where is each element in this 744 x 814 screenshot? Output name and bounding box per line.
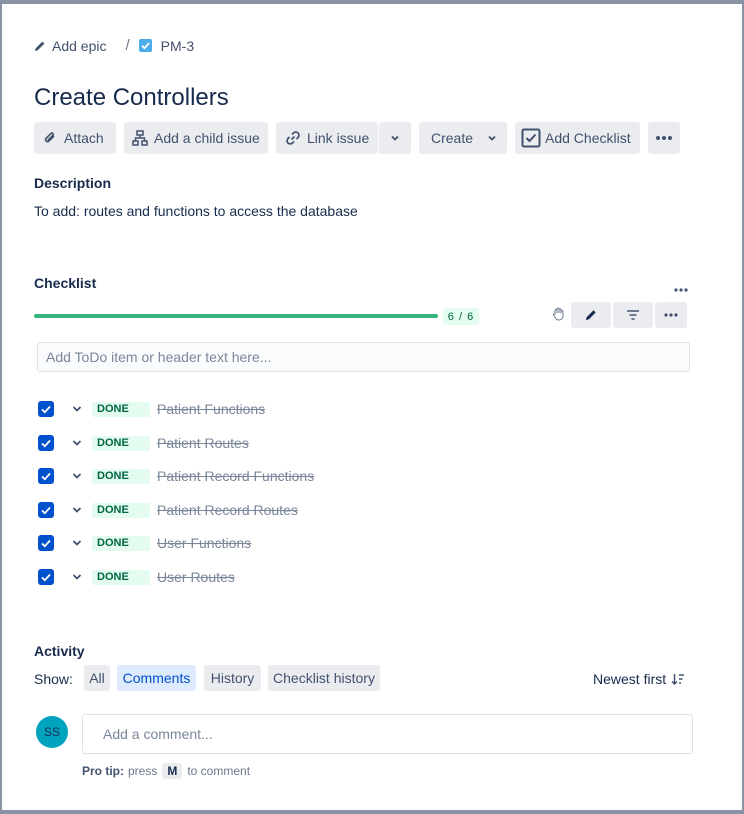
checklist-more-icon[interactable]	[674, 279, 688, 297]
filter-comments-button[interactable]: Comments	[117, 665, 196, 691]
checklist-item-text[interactable]: Patient Routes	[157, 435, 249, 451]
filter-icon	[626, 309, 640, 321]
paperclip-icon	[42, 130, 58, 146]
checklist-item[interactable]: DONE User Functions	[38, 532, 251, 554]
expand-chevron-icon[interactable]	[71, 439, 83, 447]
issue-panel: Add epic / PM-3 Create Controllers Attac…	[2, 4, 742, 810]
show-label: Show:	[34, 671, 73, 687]
filter-all-label: All	[89, 670, 105, 686]
expand-chevron-icon[interactable]	[71, 573, 83, 581]
create-label: Create	[431, 130, 474, 146]
pencil-icon	[584, 308, 598, 322]
sort-descending-icon	[671, 673, 685, 686]
filter-comments-label: Comments	[122, 670, 191, 686]
task-checkbox-icon	[138, 39, 152, 52]
attach-label: Attach	[64, 130, 104, 146]
link-icon	[284, 129, 302, 147]
checklist-progress-count: 6 / 6	[443, 308, 479, 325]
breadcrumb: Add epic / PM-3	[34, 37, 194, 54]
sort-order-button[interactable]: Newest first	[593, 671, 685, 687]
checklist-progress-bar	[34, 314, 438, 318]
checklist-item-text[interactable]: User Routes	[157, 569, 235, 585]
add-epic-label: Add epic	[52, 37, 107, 54]
chevron-down-icon	[487, 133, 497, 143]
filter-history-label: History	[210, 670, 255, 686]
checklist-item-checkbox[interactable]	[38, 502, 54, 518]
checklist-item[interactable]: DONE User Routes	[38, 566, 235, 588]
add-child-issue-label: Add a child issue	[154, 130, 260, 146]
checklist-item-checkbox[interactable]	[38, 468, 54, 484]
issue-key: PM-3	[160, 37, 195, 54]
checklist-item-checkbox[interactable]	[38, 401, 54, 417]
checklist-item-checkbox[interactable]	[38, 535, 54, 551]
pro-tip-post: to comment	[187, 764, 251, 778]
pro-tip-pre: press	[128, 764, 158, 778]
pro-tip-label: Pro tip:	[82, 764, 124, 778]
shortcut-key: M	[162, 763, 183, 779]
issue-title[interactable]: Create Controllers	[34, 84, 229, 112]
create-dropdown-button[interactable]: Create	[419, 122, 507, 154]
activity-label: Activity	[34, 643, 85, 659]
add-child-issue-button[interactable]: Add a child issue	[124, 122, 268, 154]
more-icon	[655, 135, 673, 141]
more-actions-button[interactable]	[648, 122, 680, 154]
checkbox-checked-icon	[521, 128, 541, 148]
attach-button[interactable]: Attach	[34, 122, 116, 154]
filter-checklist-history-button[interactable]: Checklist history	[268, 665, 380, 691]
status-badge[interactable]: DONE	[92, 401, 150, 417]
expand-chevron-icon[interactable]	[71, 539, 83, 547]
pro-tip: Pro tip: press M to comment	[82, 763, 250, 779]
comment-input[interactable]: Add a comment...	[82, 714, 693, 754]
add-checklist-label: Add Checklist	[545, 130, 631, 146]
comment-placeholder: Add a comment...	[103, 726, 213, 742]
checklist-item-checkbox[interactable]	[38, 569, 54, 585]
checklist-item[interactable]: DONE Patient Functions	[38, 398, 265, 420]
checklist-item-text[interactable]: User Functions	[157, 535, 251, 551]
drag-hand-icon[interactable]	[552, 307, 565, 326]
filter-all-button[interactable]: All	[84, 665, 110, 691]
link-issue-label: Link issue	[307, 130, 370, 146]
status-badge[interactable]: DONE	[92, 569, 150, 585]
hierarchy-icon	[132, 130, 148, 146]
add-todo-placeholder: Add ToDo item or header text here...	[46, 349, 272, 365]
link-issue-button[interactable]: Link issue	[276, 122, 378, 154]
checklist-label: Checklist	[34, 275, 97, 291]
sort-order-label: Newest first	[593, 671, 667, 687]
checklist-item[interactable]: DONE Patient Record Routes	[38, 499, 298, 521]
filter-checklist-history-label: Checklist history	[273, 670, 375, 686]
issue-key-link[interactable]: PM-3	[138, 37, 195, 54]
breadcrumb-separator: /	[125, 37, 130, 54]
chevron-down-icon	[390, 133, 400, 143]
expand-chevron-icon[interactable]	[71, 472, 83, 480]
link-issue-dropdown-button[interactable]	[379, 122, 411, 154]
description-label: Description	[34, 175, 112, 191]
more-icon	[664, 313, 678, 317]
pencil-icon	[34, 40, 46, 52]
checklist-item-text[interactable]: Patient Record Functions	[157, 468, 314, 484]
add-todo-input[interactable]: Add ToDo item or header text here...	[37, 342, 690, 372]
checklist-item[interactable]: DONE Patient Record Functions	[38, 465, 314, 487]
add-checklist-button[interactable]: Add Checklist	[515, 122, 640, 154]
status-badge[interactable]: DONE	[92, 435, 150, 451]
edit-checklist-button[interactable]	[571, 302, 611, 328]
checklist-options-button[interactable]	[655, 302, 687, 328]
filter-history-button[interactable]: History	[204, 665, 261, 691]
checklist-item-checkbox[interactable]	[38, 435, 54, 451]
filter-checklist-button[interactable]	[613, 302, 653, 328]
status-badge[interactable]: DONE	[92, 535, 150, 551]
checklist-item-text[interactable]: Patient Functions	[157, 401, 265, 417]
expand-chevron-icon[interactable]	[71, 405, 83, 413]
checklist-item-text[interactable]: Patient Record Routes	[157, 502, 298, 518]
status-badge[interactable]: DONE	[92, 502, 150, 518]
add-epic-link[interactable]: Add epic	[34, 38, 106, 54]
checklist-item[interactable]: DONE Patient Routes	[38, 432, 249, 454]
avatar[interactable]: SS	[36, 716, 68, 748]
expand-chevron-icon[interactable]	[71, 506, 83, 514]
status-badge[interactable]: DONE	[92, 468, 150, 484]
description-text[interactable]: To add: routes and functions to access t…	[34, 203, 358, 219]
